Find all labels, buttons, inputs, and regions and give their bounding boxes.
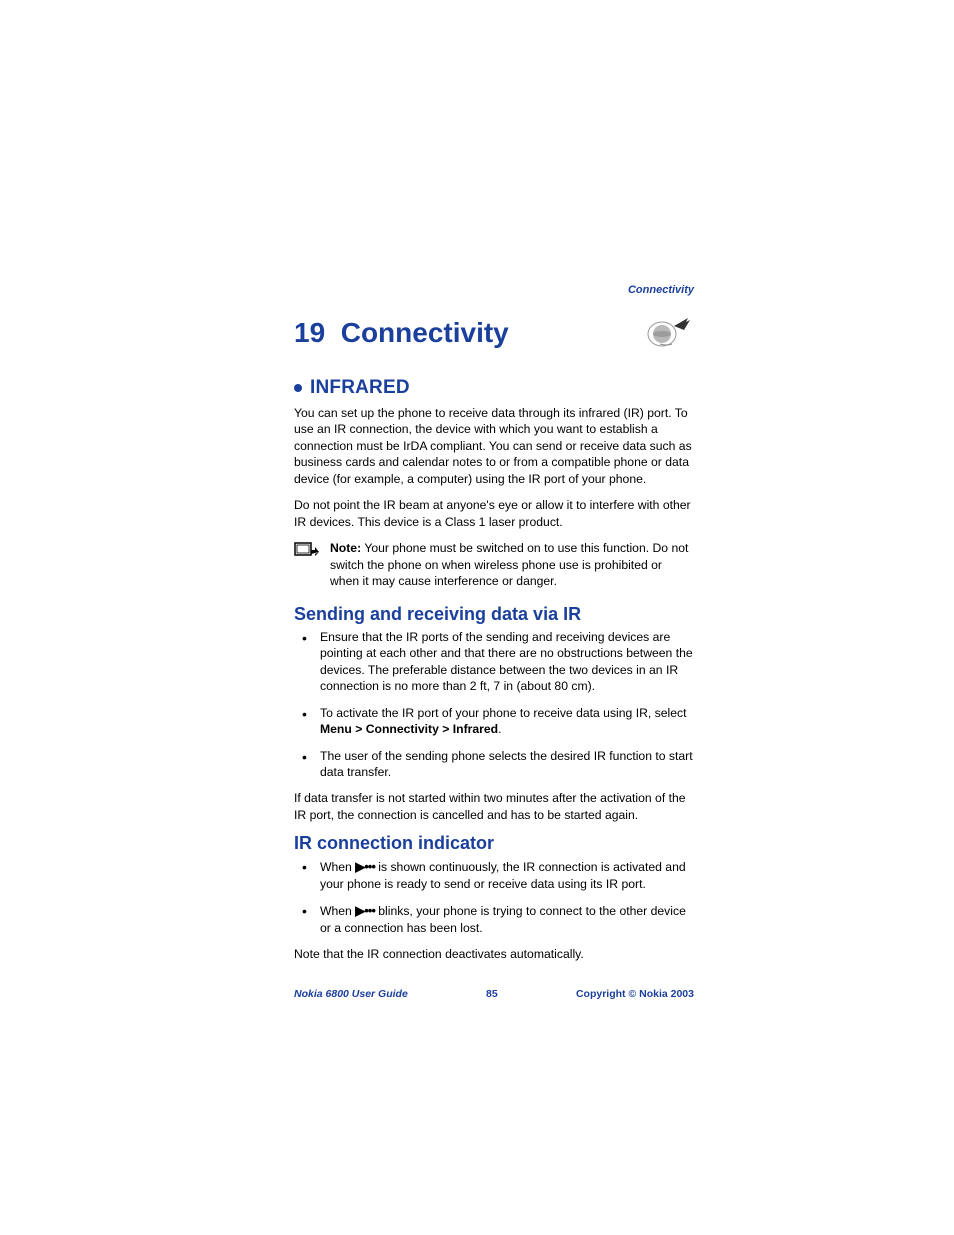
text: . <box>498 722 501 736</box>
list-item: When ▶••• is shown continuously, the IR … <box>294 858 694 892</box>
ir-indicator-glyph: ▶••• <box>355 859 375 874</box>
chapter-heading: 19 Connectivity <box>294 312 694 353</box>
note-body: Your phone must be switched on to use th… <box>330 541 688 588</box>
footer-copyright: Copyright © Nokia 2003 <box>576 988 694 1000</box>
section-title-text: INFRARED <box>310 377 410 399</box>
section-infrared-heading: INFRARED <box>294 377 694 399</box>
paragraph: If data transfer is not started within t… <box>294 790 694 823</box>
note-label: Note: <box>330 541 361 555</box>
chapter-name: Connectivity <box>341 317 509 348</box>
text: To activate the IR port of your phone to… <box>320 706 687 720</box>
text: When <box>320 904 355 918</box>
text: is shown continuously, the IR connection… <box>320 860 686 891</box>
menu-path: Menu > Connectivity > Infrared <box>320 722 498 736</box>
paragraph: You can set up the phone to receive data… <box>294 405 694 487</box>
note-text: Note: Your phone must be switched on to … <box>330 540 694 589</box>
page-footer: Nokia 6800 User Guide 85 Copyright © Nok… <box>294 988 694 1000</box>
connectivity-icon <box>640 312 694 353</box>
chapter-title: 19 Connectivity <box>294 317 509 349</box>
text: blinks, your phone is trying to connect … <box>320 904 686 935</box>
bullet-list: When ▶••• is shown continuously, the IR … <box>294 858 694 936</box>
chapter-number: 19 <box>294 317 325 348</box>
page-content: Connectivity 19 Connectivity INFRARED Yo… <box>294 284 694 973</box>
bullet-list: Ensure that the IR ports of the sending … <box>294 629 694 781</box>
paragraph: Do not point the IR beam at anyone's eye… <box>294 497 694 530</box>
ir-indicator-glyph: ▶••• <box>355 903 375 918</box>
list-item: When ▶••• blinks, your phone is trying t… <box>294 902 694 936</box>
text: When <box>320 860 355 874</box>
note-block: Note: Your phone must be switched on to … <box>294 540 694 589</box>
running-header: Connectivity <box>294 284 694 296</box>
bullet-icon <box>294 384 302 392</box>
list-item: The user of the sending phone selects th… <box>294 748 694 781</box>
note-icon <box>294 542 320 567</box>
paragraph: Note that the IR connection deactivates … <box>294 946 694 962</box>
footer-page-number: 85 <box>486 988 498 1000</box>
subsection-indicator-heading: IR connection indicator <box>294 833 694 854</box>
list-item: Ensure that the IR ports of the sending … <box>294 629 694 695</box>
footer-guide-name: Nokia 6800 User Guide <box>294 988 408 1000</box>
list-item: To activate the IR port of your phone to… <box>294 705 694 738</box>
subsection-sending-heading: Sending and receiving data via IR <box>294 604 694 625</box>
